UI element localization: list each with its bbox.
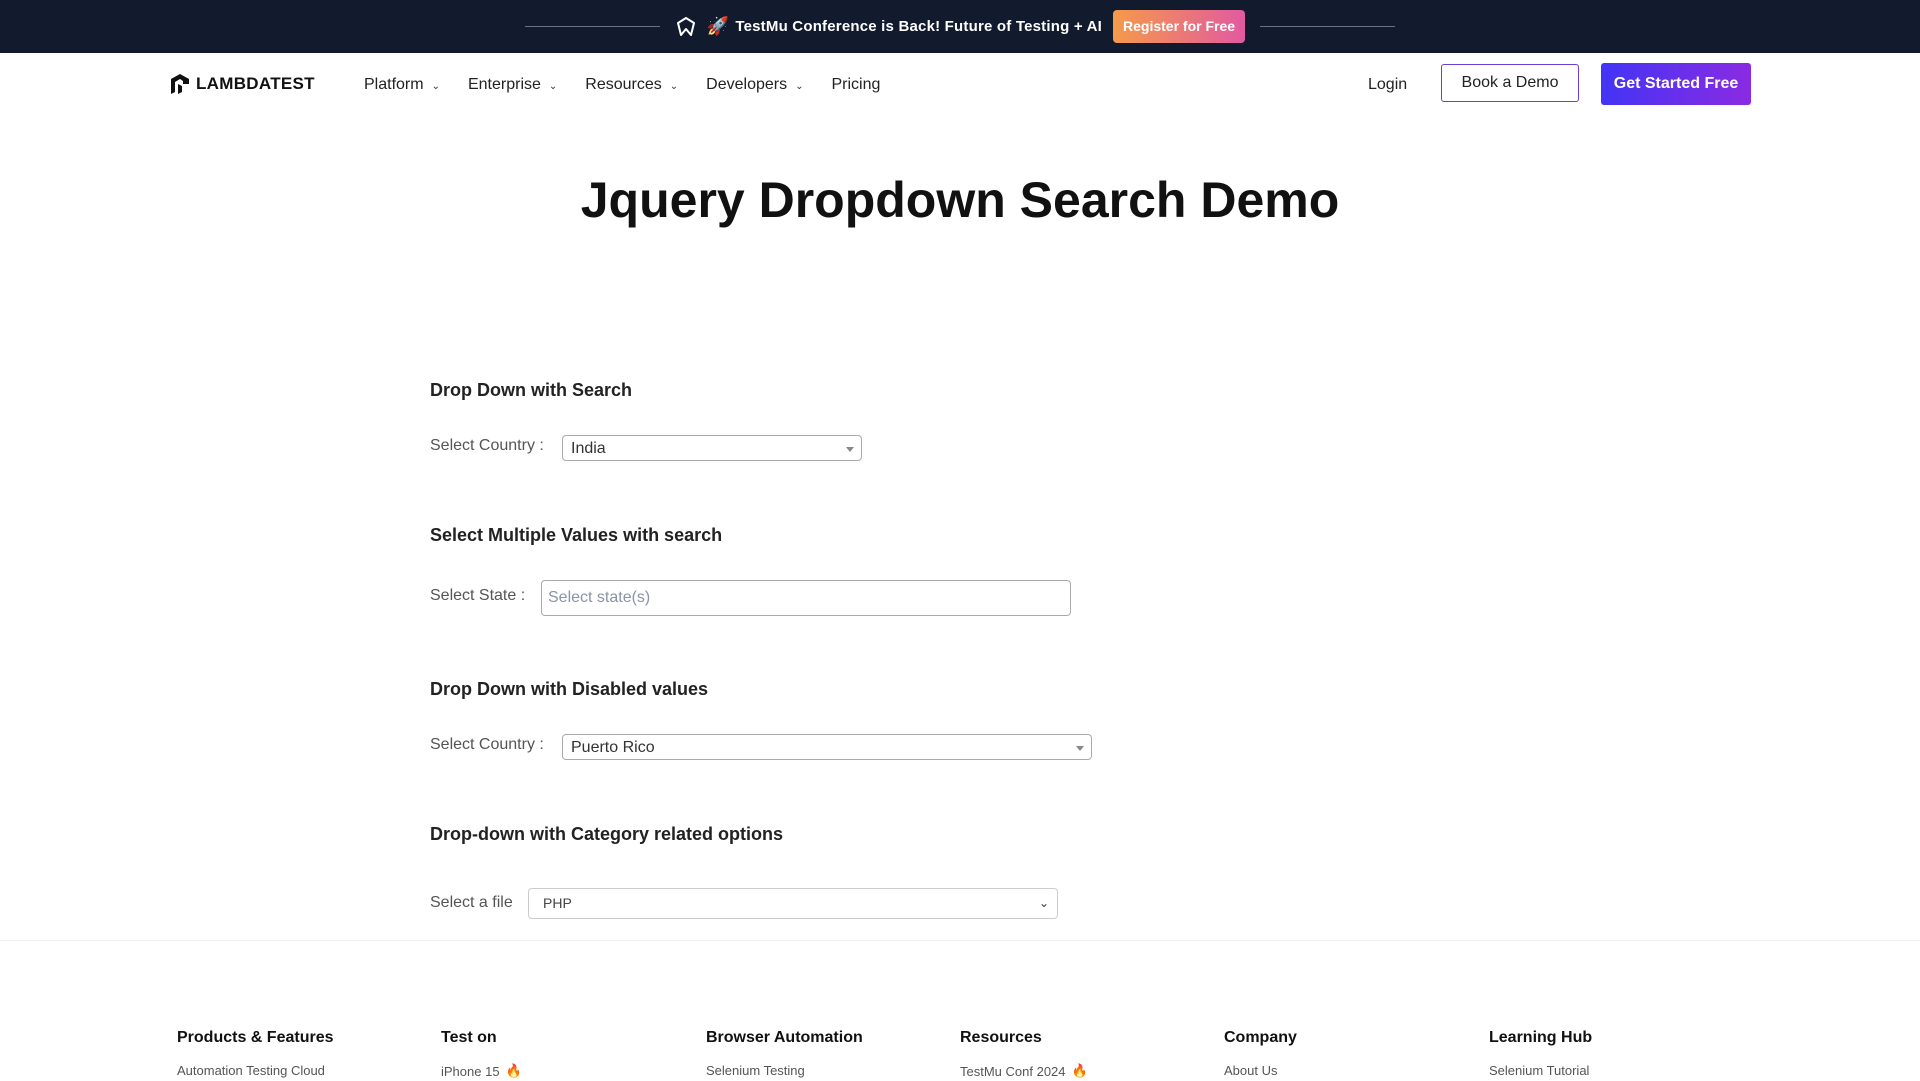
- nav-item-resources[interactable]: Resources ⌄: [585, 76, 678, 94]
- footer-heading: Resources: [960, 1029, 1042, 1046]
- footer-link[interactable]: About Us: [1224, 1063, 1297, 1078]
- nav-item-label: Platform: [364, 76, 424, 93]
- banner-text: TestMu Conference is Back! Future of Tes…: [735, 18, 1103, 35]
- banner-divider-left: [524, 26, 660, 27]
- country-disabled-select[interactable]: Puerto Rico: [562, 734, 1092, 760]
- footer-column-learning-hub: Learning Hub Selenium Tutorial: [1489, 1029, 1592, 1078]
- nav-item-label: Developers: [706, 76, 788, 93]
- footer-link[interactable]: Selenium Tutorial: [1489, 1063, 1592, 1078]
- nav-item-platform[interactable]: Platform ⌄: [364, 76, 440, 94]
- country-label-disabled: Select Country :: [430, 736, 544, 753]
- rocket-icon: 🚀: [706, 16, 730, 36]
- footer-column-browser-automation: Browser Automation Selenium Testing: [706, 1029, 863, 1078]
- chevron-down-icon: ⌄: [795, 80, 804, 92]
- footer-link[interactable]: Selenium Testing: [706, 1063, 863, 1078]
- file-select[interactable]: PHP ⌄: [528, 888, 1058, 919]
- register-button[interactable]: Register for Free: [1113, 10, 1246, 43]
- get-started-button[interactable]: Get Started Free: [1601, 63, 1751, 105]
- book-demo-button[interactable]: Book a Demo: [1441, 64, 1579, 102]
- footer-column-resources: Resources TestMu Conf 2024 🔥: [960, 1029, 1088, 1079]
- footer-heading: Test on: [441, 1029, 497, 1046]
- chevron-down-icon: ⌄: [669, 80, 679, 92]
- main-menu: Platform ⌄ Enterprise ⌄ Resources ⌄ Deve…: [364, 53, 908, 117]
- fire-icon: 🔥: [1071, 1063, 1088, 1078]
- nav-item-enterprise[interactable]: Enterprise ⌄: [468, 76, 557, 94]
- section-heading-disabled: Drop Down with Disabled values: [430, 679, 709, 699]
- testmu-logo-icon: [675, 16, 697, 38]
- logo-text: LAMBDATEST: [196, 74, 315, 93]
- lambdatest-logo[interactable]: LAMBDATEST: [168, 72, 315, 96]
- footer: Products & Features Automation Testing C…: [0, 940, 1920, 1081]
- fire-icon: 🔥: [505, 1063, 522, 1078]
- nav-item-label: Pricing: [831, 76, 881, 93]
- state-multiselect-input[interactable]: [541, 580, 1071, 616]
- file-select-value: PHP: [543, 895, 572, 911]
- lambdatest-logo-icon: [171, 74, 189, 94]
- country-label: Select Country :: [430, 437, 544, 454]
- promo-banner: 🚀 TestMu Conference is Back! Future of T…: [0, 0, 1920, 53]
- section-heading-category: Drop-down with Category related options: [430, 824, 784, 844]
- chevron-down-icon: ⌄: [1038, 896, 1049, 910]
- nav-item-label: Enterprise: [467, 76, 541, 93]
- footer-link[interactable]: iPhone 15 🔥: [441, 1063, 522, 1079]
- footer-column-test-on: Test on iPhone 15 🔥: [441, 1029, 522, 1079]
- footer-column-products: Products & Features Automation Testing C…: [177, 1029, 333, 1078]
- nav-item-developers[interactable]: Developers ⌄: [706, 76, 803, 94]
- dropdown-arrow-icon: [1076, 746, 1084, 751]
- country-disabled-select-value: Puerto Rico: [571, 739, 655, 756]
- country-select-value: India: [571, 440, 606, 457]
- login-link[interactable]: Login: [1368, 53, 1407, 117]
- banner-divider-right: [1260, 26, 1396, 27]
- footer-heading: Learning Hub: [1489, 1029, 1593, 1046]
- state-label: Select State :: [430, 587, 526, 604]
- footer-heading: Company: [1224, 1029, 1297, 1046]
- nav-item-label: Resources: [585, 76, 662, 93]
- footer-link[interactable]: Automation Testing Cloud: [177, 1063, 333, 1078]
- section-heading-search: Drop Down with Search: [430, 380, 633, 400]
- chevron-down-icon: ⌄: [548, 80, 558, 92]
- footer-link[interactable]: TestMu Conf 2024 🔥: [960, 1063, 1088, 1079]
- country-select[interactable]: India: [562, 435, 862, 461]
- dropdown-arrow-icon: [846, 447, 854, 452]
- page-title: Jquery Dropdown Search Demo: [580, 172, 1340, 228]
- top-navigation: LAMBDATEST Platform ⌄ Enterprise ⌄ Resou…: [0, 53, 1920, 117]
- footer-heading: Browser Automation: [706, 1029, 863, 1046]
- footer-column-company: Company About Us: [1224, 1029, 1297, 1078]
- chevron-down-icon: ⌄: [431, 80, 440, 92]
- footer-heading: Products & Features: [177, 1029, 334, 1046]
- file-label: Select a file: [430, 894, 513, 911]
- section-heading-multiple: Select Multiple Values with search: [430, 525, 723, 545]
- nav-item-pricing[interactable]: Pricing: [831, 76, 880, 94]
